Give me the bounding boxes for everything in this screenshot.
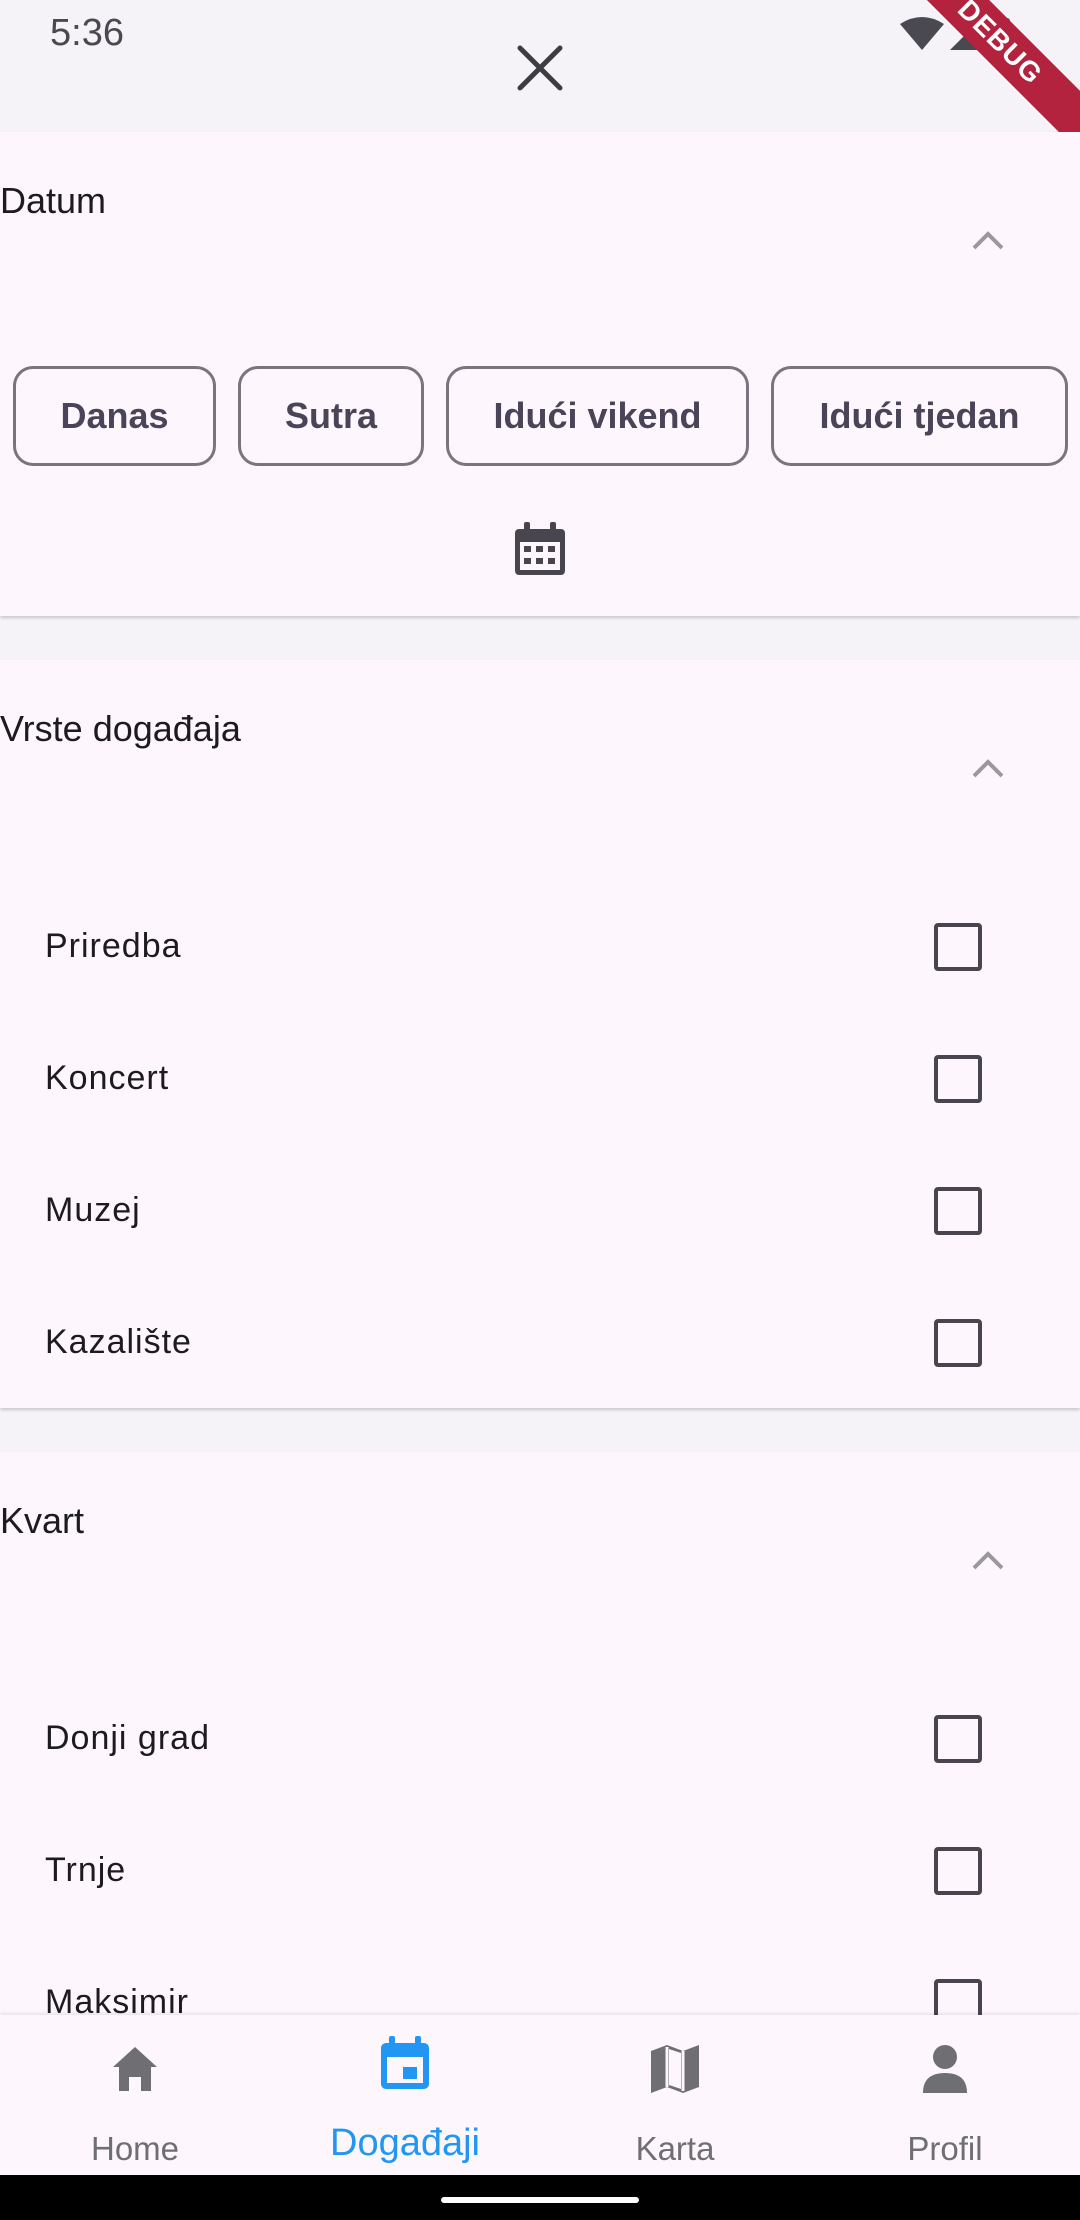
chevron-up-icon[interactable] <box>966 1540 1010 1584</box>
chip-next-weekend[interactable]: Idući vikend <box>446 366 749 466</box>
event-type-label: Koncert <box>45 1059 170 1097</box>
chip-next-week[interactable]: Idući tjedan <box>771 366 1068 466</box>
checkbox[interactable] <box>934 1187 982 1235</box>
home-gesture-handle[interactable] <box>441 2197 639 2203</box>
list-item[interactable]: Donji grad <box>0 1672 1080 1804</box>
calendar-icon <box>381 2036 429 2089</box>
wifi-icon <box>900 17 944 50</box>
date-section-title: Datum <box>0 180 107 221</box>
system-navigation-bar <box>0 2175 1080 2220</box>
nav-map[interactable]: Karta <box>540 2015 810 2175</box>
district-label: Donji grad <box>45 1719 210 1757</box>
event-type-label: Muzej <box>45 1191 141 1229</box>
event-types-title: Vrste događaja <box>0 708 241 749</box>
checkbox[interactable] <box>934 1055 982 1103</box>
close-icon[interactable] <box>510 38 570 98</box>
event-types-card: Vrste događaja Priredba Koncert Muzej Ka… <box>0 660 1080 1408</box>
list-item[interactable]: Priredba <box>0 880 1080 1012</box>
nav-profile[interactable]: Profil <box>810 2015 1080 2175</box>
checkbox[interactable] <box>934 1715 982 1763</box>
home-icon <box>113 2047 157 2091</box>
district-title: Kvart <box>0 1500 85 1541</box>
nav-label: Događaji <box>330 2122 480 2164</box>
checkbox[interactable] <box>934 1847 982 1895</box>
event-type-label: Priredba <box>45 927 182 965</box>
date-filter-card: Datum Danas Sutra Idući vikend Idući tje… <box>0 132 1080 616</box>
list-item[interactable]: Trnje <box>0 1804 1080 1936</box>
district-card: Kvart Donji grad Trnje Maksimir <box>0 1452 1080 2015</box>
checkbox[interactable] <box>934 1319 982 1367</box>
map-icon <box>651 2045 699 2093</box>
person-icon <box>923 2045 967 2093</box>
chip-tomorrow[interactable]: Sutra <box>238 366 424 466</box>
status-bar: 5:36 DEBUG <box>0 0 1080 164</box>
nav-label: Profil <box>907 2130 983 2167</box>
calendar-icon[interactable] <box>510 520 570 580</box>
list-item[interactable]: Maksimir <box>0 1936 1080 2015</box>
nav-home[interactable]: Home <box>0 2015 270 2175</box>
chip-today[interactable]: Danas <box>13 366 216 466</box>
chevron-up-icon[interactable] <box>966 748 1010 792</box>
checkbox[interactable] <box>934 923 982 971</box>
bottom-navigation: Home Događaji Karta Profil <box>0 2015 1080 2175</box>
list-item[interactable]: Muzej <box>0 1144 1080 1276</box>
status-time: 5:36 <box>50 12 124 54</box>
checkbox[interactable] <box>934 1979 982 2015</box>
district-label: Maksimir <box>45 1983 189 2015</box>
list-item[interactable]: Koncert <box>0 1012 1080 1144</box>
district-label: Trnje <box>45 1851 127 1889</box>
event-type-label: Kazalište <box>45 1323 192 1361</box>
nav-label: Karta <box>635 2130 715 2167</box>
chevron-up-icon[interactable] <box>966 220 1010 264</box>
nav-events[interactable]: Događaji <box>270 2015 540 2175</box>
nav-label: Home <box>90 2130 180 2167</box>
list-item[interactable]: Kazalište <box>0 1276 1080 1408</box>
